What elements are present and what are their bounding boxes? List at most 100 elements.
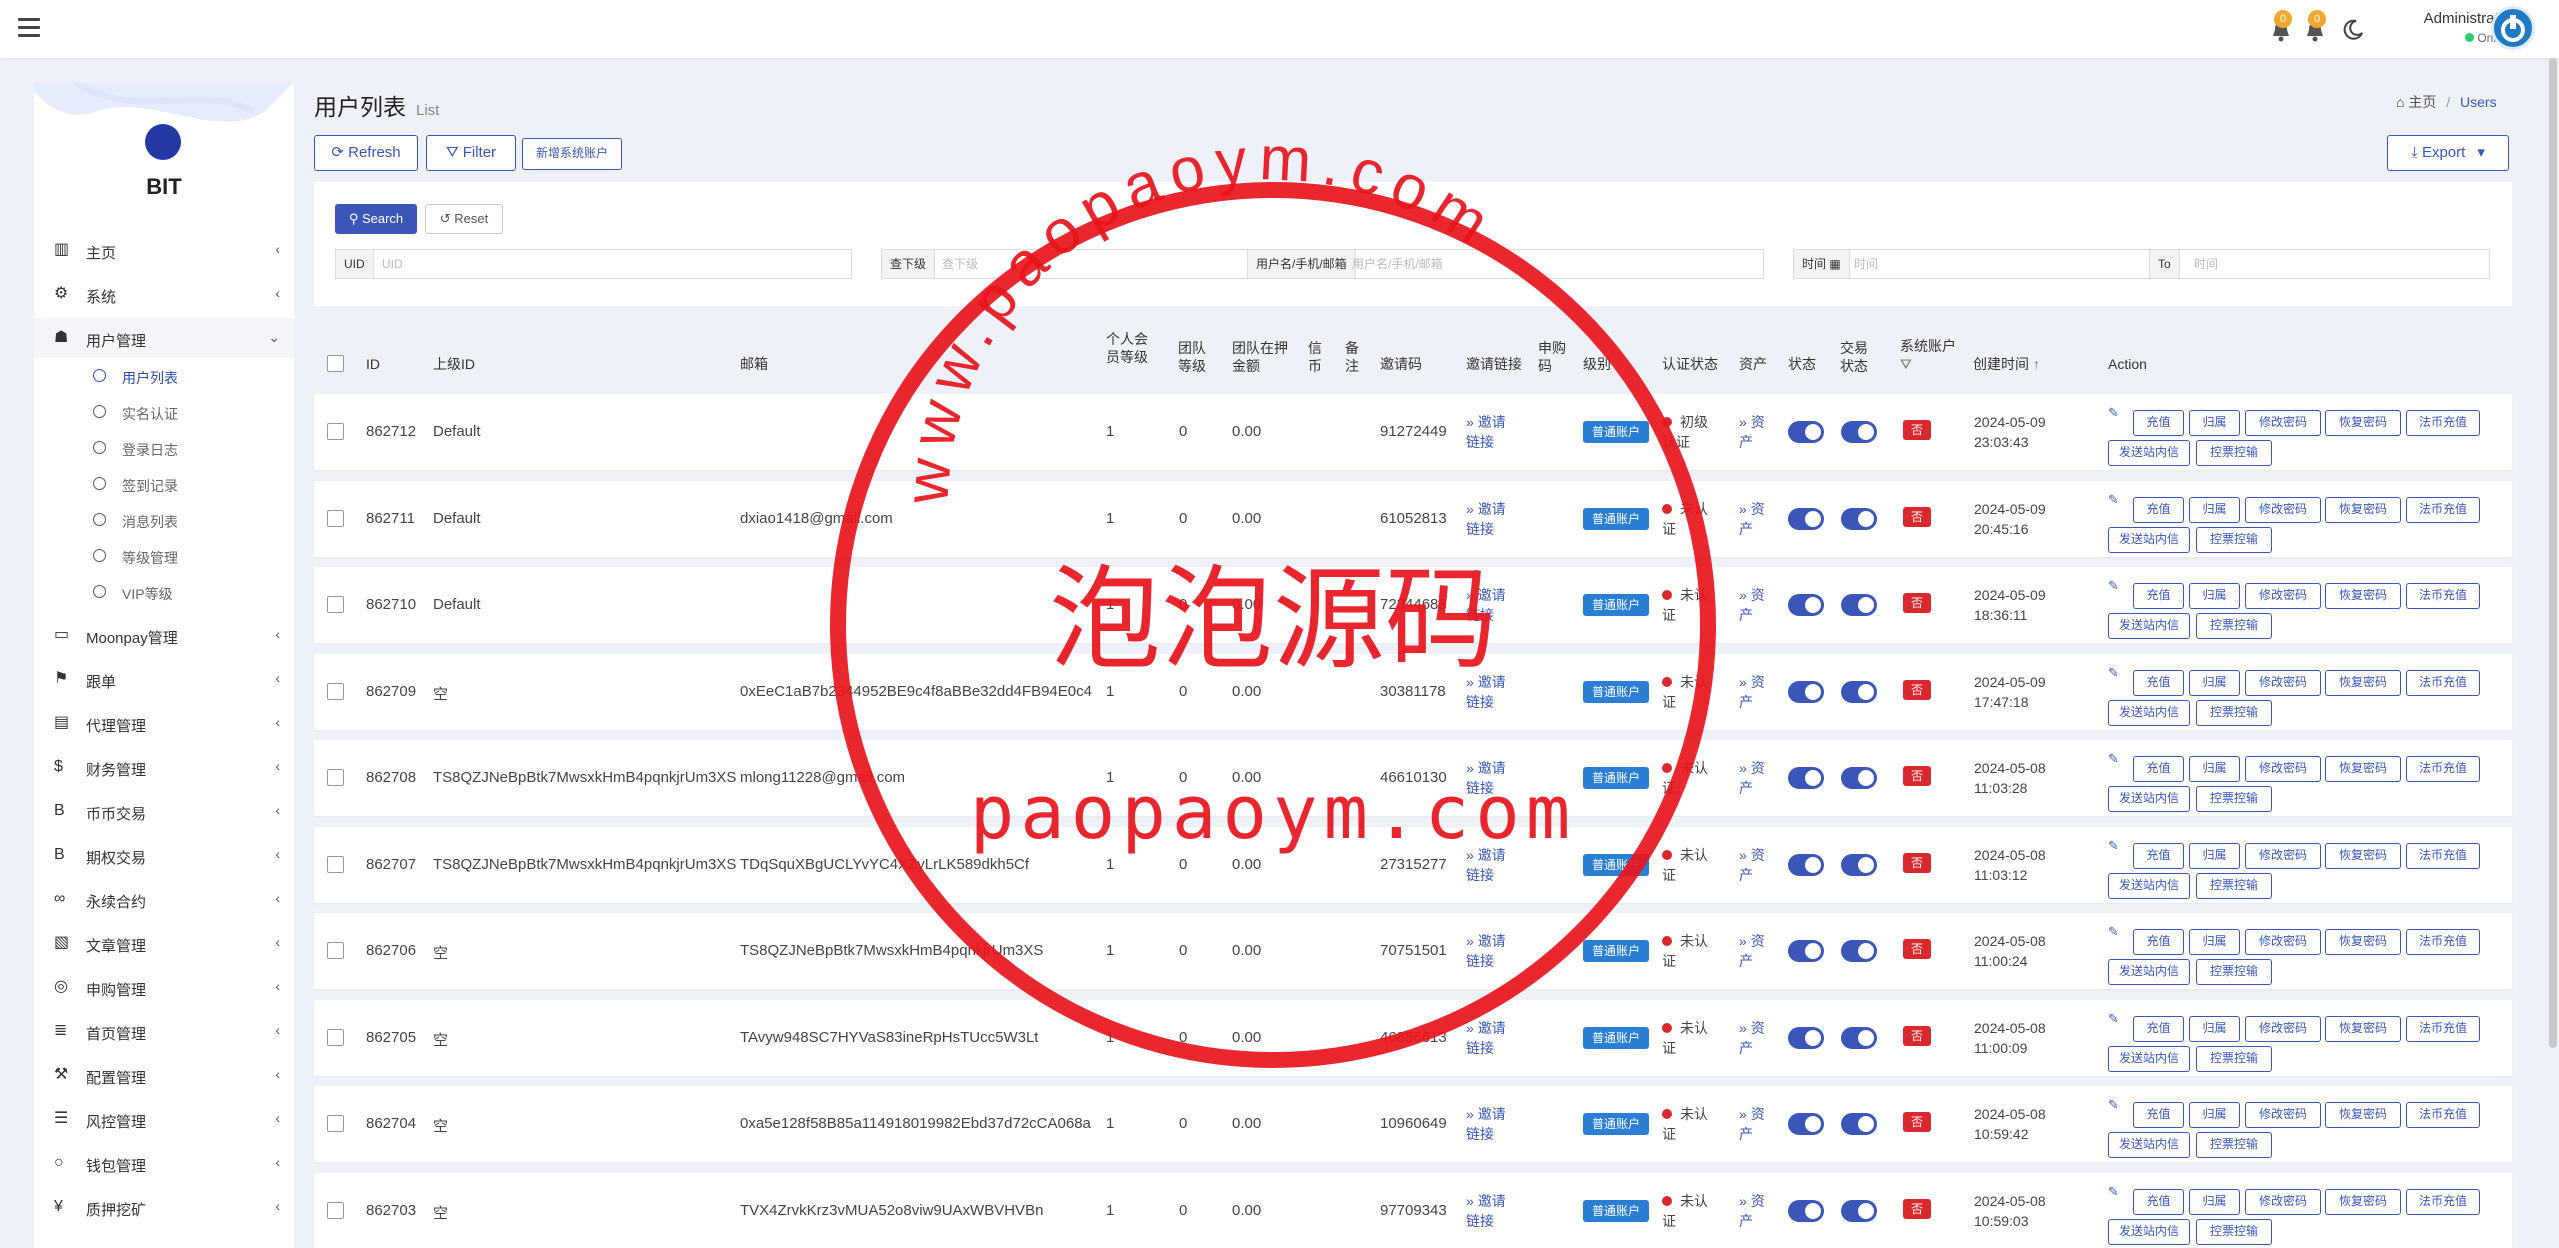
invite-link[interactable]: » 邀请链接: [1466, 1018, 1516, 1058]
control-button[interactable]: 控票控输: [2196, 872, 2272, 899]
invite-link[interactable]: » 邀请链接: [1466, 585, 1516, 625]
time-field[interactable]: 时间 ▦ 时间 To 时间: [1793, 249, 2490, 279]
col-invite-code[interactable]: 邀请码: [1380, 355, 1422, 373]
subordinate-field[interactable]: 查下级 查下级 用户名/手机/邮箱 用户名/手机/邮箱: [881, 249, 1764, 279]
trade-status-toggle[interactable]: [1841, 767, 1877, 789]
control-button[interactable]: 控票控输: [2196, 786, 2272, 812]
recharge-button[interactable]: 充值: [2133, 756, 2184, 782]
asset-link[interactable]: » 资产: [1739, 585, 1773, 625]
change-password-button[interactable]: 修改密码: [2245, 756, 2321, 782]
send-message-button[interactable]: 发送站内信: [2108, 526, 2190, 553]
fiat-recharge-button[interactable]: 法币充值: [2406, 583, 2480, 609]
col-invite-link[interactable]: 邀请链接: [1466, 355, 1522, 373]
change-password-button[interactable]: 修改密码: [2245, 1102, 2321, 1128]
invite-link[interactable]: » 邀请链接: [1466, 931, 1516, 971]
edit-icon[interactable]: ✎: [2108, 925, 2122, 939]
recharge-button[interactable]: 充值: [2133, 929, 2184, 955]
fiat-recharge-button[interactable]: 法币充值: [2406, 756, 2480, 782]
status-toggle[interactable]: [1788, 507, 1824, 530]
sidebar-subitem[interactable]: 实名认证: [34, 394, 294, 430]
fiat-recharge-button[interactable]: 法币充值: [2406, 842, 2480, 869]
sidebar-item[interactable]: ∞ 永续合约 ‹: [34, 879, 294, 919]
sidebar-item[interactable]: ▭ Moonpay管理 ‹: [34, 615, 294, 655]
sidebar-item[interactable]: ☰ 风控管理 ‹: [34, 1099, 294, 1139]
control-button[interactable]: 控票控输: [2196, 1218, 2272, 1245]
invite-link[interactable]: » 邀请链接: [1466, 1191, 1516, 1231]
sidebar-subitem[interactable]: 用户列表: [34, 358, 294, 394]
trade-status-toggle[interactable]: [1841, 940, 1877, 962]
return-button[interactable]: 归属: [2189, 410, 2240, 436]
sidebar-item[interactable]: ☗ 用户管理 ⌄: [34, 318, 294, 358]
col-trade-status[interactable]: 交易状态: [1840, 339, 1880, 375]
change-password-button[interactable]: 修改密码: [2245, 496, 2321, 523]
edit-icon[interactable]: ✎: [2108, 492, 2122, 507]
select-all-checkbox[interactable]: [327, 355, 344, 372]
edit-icon[interactable]: ✎: [2108, 752, 2122, 766]
sidebar-subitem[interactable]: 等级管理: [34, 538, 294, 574]
invite-link[interactable]: » 邀请链接: [1466, 1104, 1516, 1144]
status-toggle[interactable]: [1788, 1199, 1824, 1222]
send-message-button[interactable]: 发送站内信: [2108, 1045, 2190, 1072]
sidebar-item[interactable]: ▧ 文章管理 ‹: [34, 923, 294, 963]
send-message-button[interactable]: 发送站内信: [2108, 786, 2190, 812]
col-apply-code[interactable]: 申购码: [1538, 339, 1568, 375]
fiat-recharge-button[interactable]: 法币充值: [2406, 410, 2480, 436]
invite-link[interactable]: » 邀请链接: [1466, 672, 1516, 712]
search-button[interactable]: ⚲ Search: [335, 204, 417, 234]
restore-password-button[interactable]: 恢复密码: [2325, 669, 2401, 696]
sidebar-item[interactable]: ○ 钱包管理 ‹: [34, 1143, 294, 1183]
status-toggle[interactable]: [1788, 680, 1824, 703]
recharge-button[interactable]: 充值: [2133, 1102, 2184, 1128]
sidebar-item[interactable]: ⚑ 跟单 ‹: [34, 659, 294, 699]
sidebar-subitem[interactable]: VIP等级: [34, 574, 294, 610]
restore-password-button[interactable]: 恢复密码: [2325, 756, 2401, 782]
trade-status-toggle[interactable]: [1841, 680, 1877, 703]
asset-link[interactable]: » 资产: [1739, 931, 1773, 971]
recharge-button[interactable]: 充值: [2133, 1015, 2184, 1042]
sidebar-item[interactable]: ◎ 申购管理 ‹: [34, 967, 294, 1007]
return-button[interactable]: 归属: [2189, 929, 2240, 955]
sidebar-item[interactable]: ¥ 质押挖矿 ‹: [34, 1187, 294, 1227]
control-button[interactable]: 控票控输: [2196, 699, 2272, 726]
send-message-button[interactable]: 发送站内信: [2108, 872, 2190, 899]
asset-link[interactable]: » 资产: [1739, 499, 1773, 539]
bell-icon[interactable]: 0: [2302, 10, 2328, 44]
filter-button[interactable]: ⛛ Filter: [426, 135, 516, 171]
asset-link[interactable]: » 资产: [1739, 1018, 1773, 1058]
change-password-button[interactable]: 修改密码: [2245, 583, 2321, 609]
sidebar-subitem[interactable]: 登录日志: [34, 430, 294, 466]
fiat-recharge-button[interactable]: 法币充值: [2406, 929, 2480, 955]
sidebar-item[interactable]: $ 财务管理 ‹: [34, 747, 294, 787]
return-button[interactable]: 归属: [2189, 496, 2240, 523]
col-asset[interactable]: 资产: [1739, 355, 1767, 373]
return-button[interactable]: 归属: [2189, 1015, 2240, 1042]
change-password-button[interactable]: 修改密码: [2245, 842, 2321, 869]
sidebar-item[interactable]: ⚒ 配置管理 ‹: [34, 1055, 294, 1095]
trade-status-toggle[interactable]: [1841, 853, 1877, 876]
scrollbar[interactable]: [2549, 58, 2557, 1048]
row-checkbox[interactable]: [327, 509, 344, 527]
invite-link[interactable]: » 邀请链接: [1466, 845, 1516, 885]
edit-icon[interactable]: ✎: [2108, 1098, 2122, 1112]
send-message-button[interactable]: 发送站内信: [2108, 613, 2190, 639]
edit-icon[interactable]: ✎: [2108, 406, 2122, 420]
recharge-button[interactable]: 充值: [2133, 410, 2184, 436]
reset-button[interactable]: ↺ Reset: [425, 204, 503, 234]
status-toggle[interactable]: [1788, 853, 1824, 876]
change-password-button[interactable]: 修改密码: [2245, 410, 2321, 436]
uid-input[interactable]: UID: [382, 250, 403, 278]
change-password-button[interactable]: 修改密码: [2245, 669, 2321, 696]
user-search-input[interactable]: 用户名/手机/邮箱: [1352, 250, 1443, 278]
status-toggle[interactable]: [1788, 594, 1824, 616]
trade-status-toggle[interactable]: [1841, 1113, 1877, 1135]
restore-password-button[interactable]: 恢复密码: [2325, 1188, 2401, 1215]
control-button[interactable]: 控票控输: [2196, 1045, 2272, 1072]
col-note[interactable]: 备注: [1345, 339, 1361, 375]
sidebar-item[interactable]: B 币币交易 ‹: [34, 791, 294, 831]
send-message-button[interactable]: 发送站内信: [2108, 959, 2190, 985]
avatar[interactable]: [2491, 6, 2535, 50]
uid-field[interactable]: UID UID: [335, 249, 852, 279]
restore-password-button[interactable]: 恢复密码: [2325, 1102, 2401, 1128]
edit-icon[interactable]: ✎: [2108, 838, 2122, 853]
col-team-amount[interactable]: 团队在押金额: [1232, 339, 1288, 375]
